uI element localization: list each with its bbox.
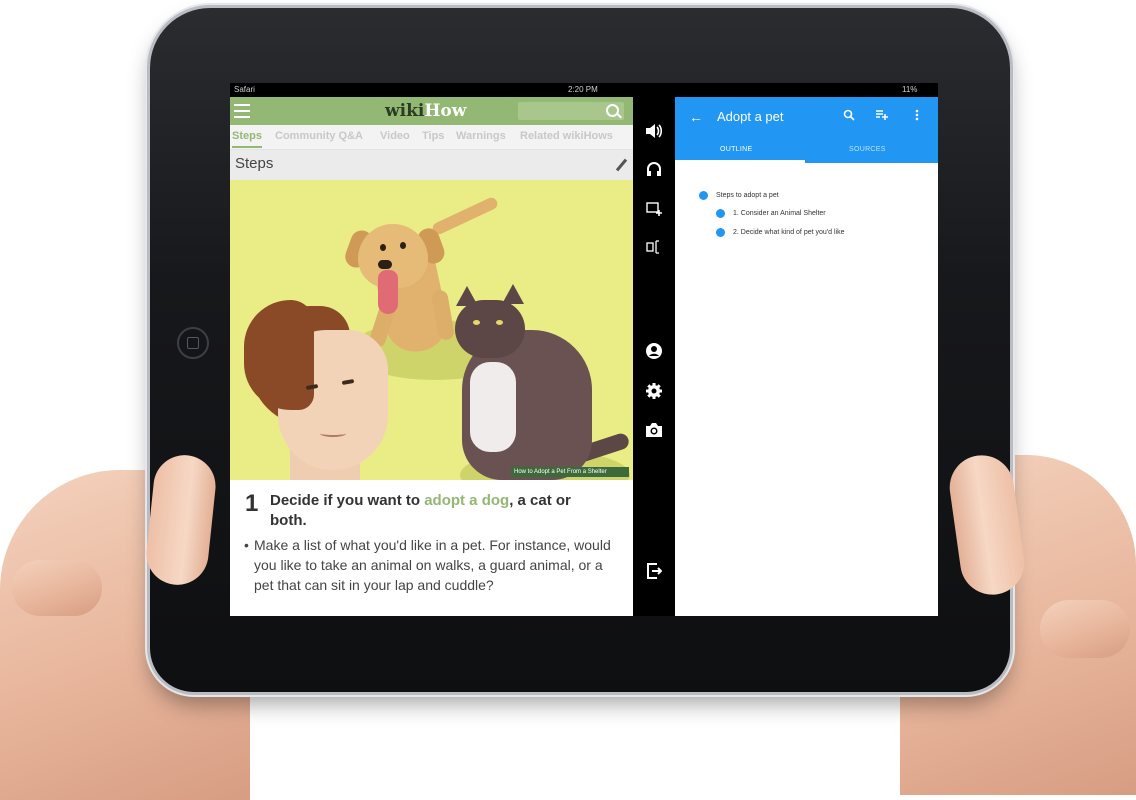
wikihow-pane: wikiHow Steps Community Q&A Video Tips W…: [230, 97, 633, 616]
tab-community-qa[interactable]: Community Q&A: [275, 130, 363, 142]
more-vertical-icon[interactable]: [915, 109, 919, 124]
account-icon[interactable]: [644, 342, 664, 362]
tab-video[interactable]: Video: [380, 130, 410, 142]
tab-related[interactable]: Related wikiHows: [520, 130, 613, 142]
steps-section-bar: Steps: [230, 150, 633, 180]
status-time: 2:20 PM: [568, 85, 598, 94]
edit-pencil-icon[interactable]: [615, 158, 628, 172]
step-number: 1: [245, 490, 259, 517]
wikihow-header: wikiHow: [230, 97, 633, 125]
tab-tips[interactable]: Tips: [422, 130, 444, 142]
exit-icon[interactable]: [644, 562, 664, 582]
right-hand-finger: [1040, 600, 1130, 658]
layout-icon[interactable]: [644, 239, 664, 259]
camera-icon[interactable]: [644, 422, 664, 442]
outline-item[interactable]: Steps to adopt a pet: [716, 192, 779, 199]
status-battery: 11%: [902, 85, 918, 94]
search-icon[interactable]: [606, 104, 619, 117]
tab-steps[interactable]: Steps: [232, 130, 262, 148]
status-carrier: Safari: [234, 85, 255, 94]
menu-icon[interactable]: [234, 104, 250, 118]
image-watermark: How to Adopt a Pet From a Shelter: [511, 467, 629, 477]
screen-add-icon[interactable]: [644, 201, 664, 221]
step-illustration: How to Adopt a Pet From a Shelter: [230, 180, 633, 480]
headphones-icon[interactable]: [644, 161, 664, 181]
outline-item[interactable]: 1. Consider an Animal Shelter: [733, 210, 826, 217]
step-1: 1 Decide if you want to adopt a dog, a c…: [230, 480, 633, 616]
volume-icon[interactable]: [644, 123, 664, 143]
step-heading: Decide if you want to adopt a dog, a cat…: [270, 492, 571, 529]
search-icon[interactable]: [843, 109, 855, 124]
search-input[interactable]: [518, 102, 624, 120]
tool-sidebar: [633, 97, 675, 616]
tab-warnings[interactable]: Warnings: [456, 130, 506, 142]
settings-icon[interactable]: [644, 382, 664, 402]
adopt-dog-link[interactable]: adopt a dog: [424, 492, 509, 509]
outline-bullet: [716, 228, 725, 237]
status-bar: Safari 2:20 PM 11%: [230, 83, 938, 97]
back-arrow-icon[interactable]: ←: [689, 109, 703, 125]
tab-sources[interactable]: SOURCES: [849, 146, 886, 153]
wikihow-logo[interactable]: wikiHow: [385, 101, 466, 121]
app-title: Adopt a pet: [717, 109, 784, 124]
tablet-screen: Safari 2:20 PM 11% wikiHow Steps Communi…: [230, 83, 938, 616]
outline-bullet: [716, 209, 725, 218]
outline-item[interactable]: 2. Decide what kind of pet you'd like: [733, 229, 844, 236]
playlist-add-icon[interactable]: [875, 109, 889, 124]
tab-outline[interactable]: OUTLINE: [720, 146, 752, 153]
left-hand-finger: [12, 560, 102, 616]
wikihow-tabs: Steps Community Q&A Video Tips Warnings …: [230, 125, 633, 150]
outline-app: ← Adopt a pet OUTLINE SOURCES Steps to a…: [675, 97, 938, 616]
active-tab-indicator: [675, 160, 805, 163]
step-bullet: Make a list of what you'd like in a pet.…: [244, 535, 624, 595]
app-header: ← Adopt a pet OUTLINE SOURCES: [675, 97, 938, 163]
home-button[interactable]: [177, 327, 209, 359]
section-title: Steps: [235, 155, 274, 172]
outline-bullet: [699, 191, 708, 200]
